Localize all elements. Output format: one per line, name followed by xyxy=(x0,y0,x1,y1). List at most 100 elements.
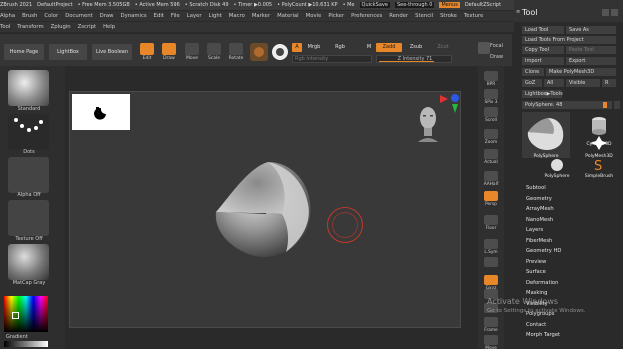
clone-button[interactable]: Clone xyxy=(522,68,544,76)
quicksave-button[interactable]: QuickSave xyxy=(359,2,390,8)
z-intensity-slider[interactable]: Z Intensity 71 xyxy=(376,55,452,63)
load-tools-from-project-button[interactable]: Load Tools From Project xyxy=(522,36,616,44)
color-picker[interactable] xyxy=(4,296,48,332)
subpalette-geometry-hd[interactable]: Geometry HD xyxy=(526,248,561,254)
zoom-button[interactable]: Zoom xyxy=(481,128,501,146)
m-button[interactable]: M xyxy=(364,43,374,52)
polysphere-slider[interactable]: PolySphere. 48 xyxy=(522,101,612,109)
close-icon[interactable] xyxy=(611,9,618,16)
subpalette-arraymesh[interactable]: ArrayMesh xyxy=(526,206,554,212)
menu-file[interactable]: File xyxy=(171,13,180,19)
subpalette-layers[interactable]: Layers xyxy=(526,227,543,233)
see-through-slider[interactable]: See-through 0 xyxy=(394,2,435,8)
menu-edit[interactable]: Edit xyxy=(154,13,164,19)
copy-tool-button[interactable]: Copy Tool xyxy=(522,46,564,54)
spix-3-button[interactable]: SPix 3 xyxy=(481,88,501,106)
subpalette-nanomesh[interactable]: NanoMesh xyxy=(526,217,553,223)
menu-layer[interactable]: Layer xyxy=(187,13,202,19)
menu-stencil[interactable]: Stencil xyxy=(415,13,433,19)
texture-off-icon[interactable] xyxy=(8,200,49,236)
subpalette-geometry[interactable]: Geometry xyxy=(526,196,552,202)
aahalf-button[interactable]: AAHalf xyxy=(481,170,501,188)
subpalette-subtool[interactable]: Subtool xyxy=(526,185,546,191)
document-canvas[interactable] xyxy=(69,91,461,328)
menu-draw[interactable]: Draw xyxy=(100,13,114,19)
pin-icon[interactable] xyxy=(602,9,609,16)
menu-brush[interactable]: Brush xyxy=(22,13,37,19)
edit-mode-button[interactable]: Edit xyxy=(138,42,156,64)
menu-help[interactable]: Help xyxy=(103,24,115,30)
menu-preferences[interactable]: Preferences xyxy=(351,13,382,19)
zadd-button[interactable]: Zadd xyxy=(376,43,402,52)
rgb-button[interactable]: Rgb xyxy=(332,43,348,52)
polysphere-thumb-small[interactable]: PolySphere xyxy=(540,158,574,179)
menu-movie[interactable]: Movie xyxy=(306,13,322,19)
actual-button[interactable]: Actual xyxy=(481,148,501,166)
load-tool-button[interactable]: Load Tool xyxy=(522,26,564,34)
tool-expand-icon[interactable]: ≡ xyxy=(516,9,520,15)
import-button[interactable]: Import xyxy=(522,57,564,65)
polymesh3d-thumb[interactable]: PolyMesh3D xyxy=(582,136,616,159)
a-button[interactable]: A xyxy=(292,43,302,52)
menu-macro[interactable]: Macro xyxy=(229,13,245,19)
menu-material[interactable]: Material xyxy=(277,13,299,19)
gradient-swatch[interactable] xyxy=(4,341,48,347)
menu-tool[interactable]: Tool xyxy=(0,24,10,30)
menu-transform[interactable]: Transform xyxy=(17,24,43,30)
subpalette-surface[interactable]: Surface xyxy=(526,269,546,275)
menu-alpha[interactable]: Alpha xyxy=(0,13,15,19)
subpalette-masking[interactable]: Masking xyxy=(526,290,547,296)
subpalette-deformation[interactable]: Deformation xyxy=(526,280,558,286)
subpalette-morph-target[interactable]: Morph Target xyxy=(526,332,560,338)
matcap-gray-icon[interactable] xyxy=(8,244,49,280)
paste-tool-button[interactable]: Paste Tool xyxy=(566,46,616,54)
r-button[interactable]: R xyxy=(602,79,616,87)
tool-9-button[interactable] xyxy=(481,256,501,274)
subpalette-fibermesh[interactable]: FiberMesh xyxy=(526,238,552,244)
color-sphere-icon[interactable] xyxy=(272,44,288,60)
frame-button[interactable]: Frame xyxy=(481,316,501,334)
all-button[interactable]: All xyxy=(544,79,564,87)
standard-brush-icon[interactable] xyxy=(8,70,49,106)
move-button[interactable]: Move xyxy=(481,334,501,349)
draw-mode-button[interactable]: Draw xyxy=(160,42,178,64)
visible-button[interactable]: Visible xyxy=(566,79,600,87)
goz-button[interactable]: GoZ xyxy=(522,79,542,87)
menu-color[interactable]: Color xyxy=(44,13,58,19)
menus-button[interactable]: Menus xyxy=(439,2,460,8)
material-swatch[interactable] xyxy=(250,43,268,61)
export-button[interactable]: Export xyxy=(566,57,616,65)
move-mode-button[interactable]: Move xyxy=(183,42,201,64)
menu-document[interactable]: Document xyxy=(65,13,92,19)
simplebrush-thumb[interactable]: S SimpleBrush xyxy=(582,158,616,179)
save-as-button[interactable]: Save As xyxy=(566,26,616,34)
persp-button[interactable]: Persp xyxy=(481,190,501,208)
menu-picker[interactable]: Picker xyxy=(328,13,344,19)
default-zscript[interactable]: DefaultZScript xyxy=(465,2,501,8)
lightbox-tools-button[interactable]: Lightbox▶Tools xyxy=(522,90,563,98)
menu-stroke[interactable]: Stroke xyxy=(440,13,457,19)
alpha-off-icon[interactable] xyxy=(8,157,49,193)
menu-light[interactable]: Light xyxy=(209,13,222,19)
bpr-button[interactable]: BPR xyxy=(481,70,501,88)
menu-dynamics[interactable]: Dynamics xyxy=(121,13,147,19)
menu-marker[interactable]: Marker xyxy=(252,13,270,19)
make-polymesh3d-button[interactable]: Make PolyMesh3D xyxy=(546,68,616,76)
l-sym-button[interactable]: L.Sym xyxy=(481,238,501,256)
polysphere-thumb-large[interactable]: PolySphere xyxy=(522,112,570,159)
scale-mode-button[interactable]: Scale xyxy=(205,42,223,64)
polysphere-model[interactable] xyxy=(208,154,320,266)
dots-stroke-icon[interactable] xyxy=(8,114,49,150)
r-small-button[interactable] xyxy=(614,101,620,109)
floor-button[interactable]: Floor xyxy=(481,214,501,232)
menu-texture[interactable]: Texture xyxy=(464,13,483,19)
menu-zscript[interactable]: Zscript xyxy=(78,24,96,30)
menu-zplugin[interactable]: Zplugin xyxy=(51,24,71,30)
home-page-button[interactable]: Home Page xyxy=(4,44,44,60)
zcut-button[interactable]: Zcut xyxy=(434,43,452,52)
zsub-button[interactable]: Zsub xyxy=(406,43,426,52)
subpalette-contact[interactable]: Contact xyxy=(526,322,546,328)
menu-render[interactable]: Render xyxy=(389,13,408,19)
subpalette-preview[interactable]: Preview xyxy=(526,259,546,265)
rgb-intensity-slider[interactable]: Rgb Intensity xyxy=(292,55,372,63)
